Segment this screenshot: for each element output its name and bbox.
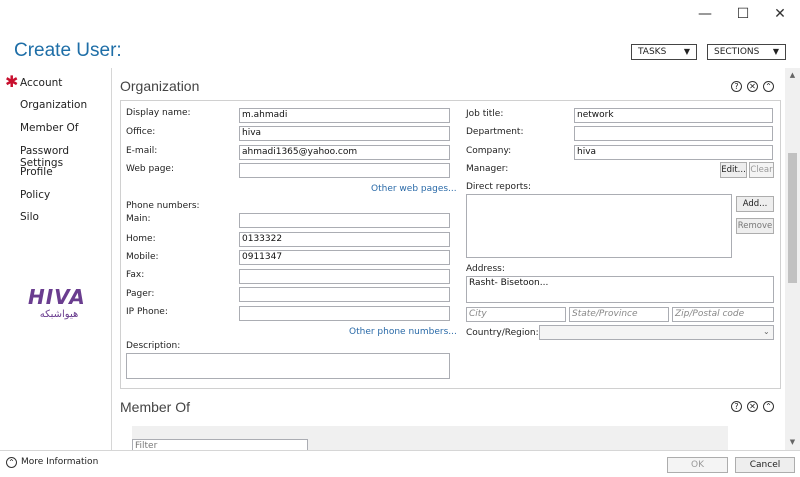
ip-phone-label: IP Phone:: [126, 307, 168, 317]
header: Create User: TASKS ▼ SECTIONS ▼: [0, 30, 800, 68]
member-of-section-title: Member Of: [120, 399, 191, 415]
pager-field[interactable]: [239, 287, 450, 302]
web-page-field[interactable]: [239, 163, 450, 178]
company-field[interactable]: hiva: [574, 145, 773, 160]
sidebar: ✱ Account Organization Member Of Passwor…: [0, 68, 112, 450]
manager-clear-button[interactable]: Clear: [749, 162, 774, 178]
sections-button[interactable]: SECTIONS ▼: [707, 44, 786, 60]
collapse-icon[interactable]: ⌃: [763, 81, 774, 92]
hiva-logo: HIVA هیواشبکه: [28, 285, 90, 325]
collapse-icon[interactable]: ⌃: [763, 401, 774, 412]
display-name-label: Display name:: [126, 108, 191, 118]
title-bar: — ☐ ✕: [0, 0, 800, 30]
company-label: Company:: [466, 146, 512, 156]
web-page-label: Web page:: [126, 164, 174, 174]
ip-phone-field[interactable]: [239, 306, 450, 321]
state-field[interactable]: State/Province: [569, 307, 669, 322]
logo-subtitle: هیواشبکه: [39, 309, 79, 320]
main-phone-field[interactable]: [239, 213, 450, 228]
organization-section-title: Organization: [120, 78, 200, 94]
maximize-button[interactable]: ☐: [728, 4, 758, 24]
minimize-button[interactable]: —: [690, 4, 720, 24]
sidebar-item-account[interactable]: Account: [20, 77, 62, 89]
other-web-pages-link[interactable]: Other web pages...: [371, 184, 457, 194]
scrollbar[interactable]: ▲ ▼: [785, 68, 800, 450]
home-phone-label: Home:: [126, 234, 156, 244]
office-label: Office:: [126, 127, 156, 137]
email-label: E-mail:: [126, 146, 158, 156]
direct-reports-label: Direct reports:: [466, 182, 532, 192]
close-button[interactable]: ✕: [765, 4, 795, 24]
manager-edit-button[interactable]: Edit...: [720, 162, 747, 178]
logo-brand: HIVA: [28, 285, 86, 309]
cancel-button[interactable]: Cancel: [735, 457, 795, 473]
sections-label: SECTIONS: [714, 47, 760, 57]
help-icon[interactable]: ?: [731, 401, 742, 412]
sidebar-item-policy[interactable]: Policy: [20, 189, 50, 201]
country-select[interactable]: [539, 325, 774, 340]
expand-icon[interactable]: ⌃: [6, 457, 17, 468]
pager-label: Pager:: [126, 289, 155, 299]
office-field[interactable]: hiva: [239, 126, 450, 141]
organization-panel: Display name: m.ahmadi Office: hiva E-ma…: [120, 100, 781, 389]
job-title-field[interactable]: network: [574, 108, 773, 123]
chevron-down-icon: ▼: [683, 47, 690, 56]
display-name-field[interactable]: m.ahmadi: [239, 108, 450, 123]
scroll-thumb[interactable]: [788, 153, 797, 283]
sidebar-item-profile[interactable]: Profile: [20, 166, 53, 178]
member-of-panel: Filter: [132, 426, 728, 450]
sidebar-item-organization[interactable]: Organization: [20, 99, 87, 111]
scroll-up-icon[interactable]: ▲: [785, 71, 800, 79]
phone-numbers-label: Phone numbers:: [126, 201, 200, 211]
main-content: Organization ? ✕ ⌃ Display name: m.ahmad…: [112, 68, 785, 450]
country-label: Country/Region:: [466, 328, 539, 338]
member-of-filter-input[interactable]: Filter: [132, 439, 308, 450]
mobile-label: Mobile:: [126, 252, 159, 262]
help-icon[interactable]: ?: [731, 81, 742, 92]
zip-field[interactable]: Zip/Postal code: [672, 307, 774, 322]
address-label: Address:: [466, 264, 505, 274]
main-phone-label: Main:: [126, 214, 151, 224]
close-icon[interactable]: ✕: [747, 401, 758, 412]
mobile-field[interactable]: 0911347: [239, 250, 450, 265]
job-title-label: Job title:: [466, 109, 504, 119]
close-icon[interactable]: ✕: [747, 81, 758, 92]
address-field[interactable]: Rasht- Bisetoon...: [466, 276, 774, 303]
description-label: Description:: [126, 341, 181, 351]
department-field[interactable]: [574, 126, 773, 141]
manager-label: Manager:: [466, 164, 509, 174]
page-title: Create User:: [14, 40, 122, 61]
maximize-icon: ☐: [736, 6, 750, 22]
scroll-down-icon[interactable]: ▼: [785, 438, 800, 446]
add-direct-report-button[interactable]: Add...: [736, 196, 774, 212]
minimize-icon: —: [698, 6, 712, 22]
fax-field[interactable]: [239, 269, 450, 284]
footer: ⌃ More Information OK Cancel: [0, 450, 800, 477]
description-field[interactable]: [126, 353, 450, 379]
other-phone-numbers-link[interactable]: Other phone numbers...: [349, 327, 457, 337]
direct-reports-list[interactable]: [466, 194, 732, 258]
close-icon: ✕: [774, 6, 786, 22]
chevron-down-icon: ⌄: [763, 327, 770, 336]
home-phone-field[interactable]: 0133322: [239, 232, 450, 247]
tasks-label: TASKS: [638, 47, 667, 57]
fax-label: Fax:: [126, 270, 145, 280]
tasks-button[interactable]: TASKS ▼: [631, 44, 697, 60]
email-field[interactable]: ahmadi1365@yahoo.com: [239, 145, 450, 160]
sidebar-item-silo[interactable]: Silo: [20, 211, 39, 223]
department-label: Department:: [466, 127, 524, 137]
chevron-down-icon: ▼: [772, 47, 779, 56]
city-field[interactable]: City: [466, 307, 566, 322]
ok-button[interactable]: OK: [667, 457, 728, 473]
sidebar-item-member-of[interactable]: Member Of: [20, 122, 79, 134]
remove-direct-report-button[interactable]: Remove: [736, 218, 774, 234]
required-star-icon: ✱: [5, 72, 19, 91]
more-information-link[interactable]: More Information: [21, 457, 98, 467]
